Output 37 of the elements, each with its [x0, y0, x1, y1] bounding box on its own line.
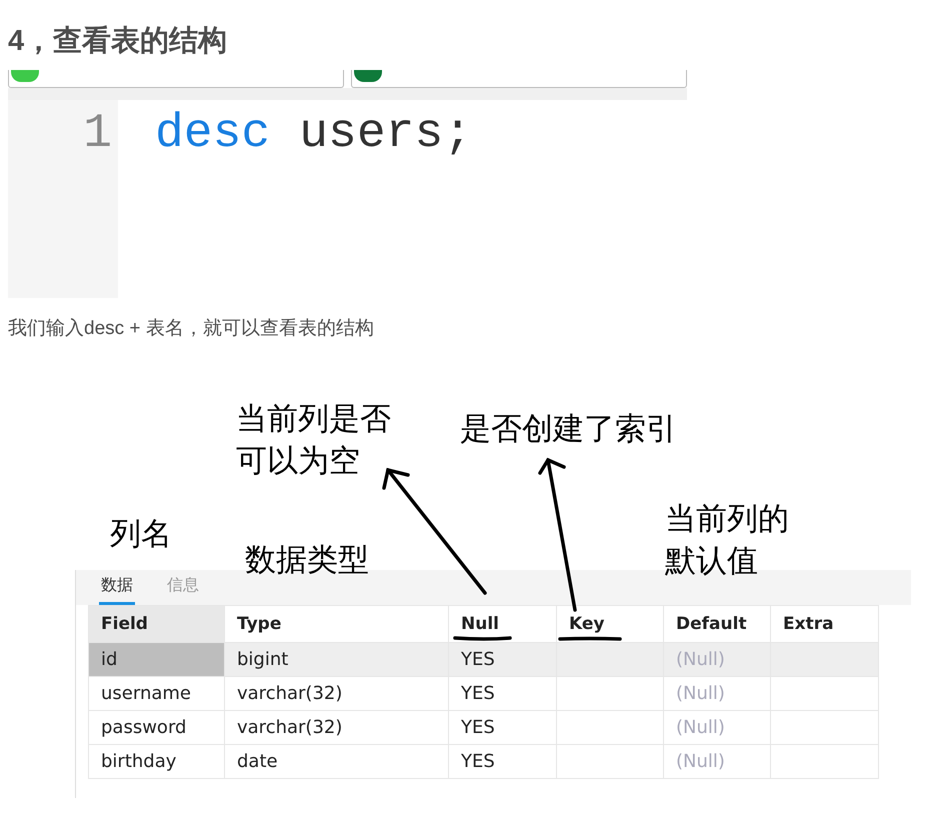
table-cell: bigint [237, 649, 288, 670]
line-number: 1 [83, 110, 112, 162]
annotation-note: 数据类型 [245, 541, 369, 579]
table-cell: (Null) [676, 649, 725, 670]
table-cell: (Null) [676, 751, 725, 772]
annotation-note: 当前列的 [665, 500, 789, 538]
column-header[interactable]: Type [224, 606, 448, 642]
body-text: 我们输入desc + 表名，就可以查看表的结构 [8, 317, 374, 341]
table-cell: YES [461, 717, 495, 738]
table-row[interactable]: username varchar(32) YES (Null) [88, 676, 878, 710]
table-cell: YES [461, 683, 495, 704]
editor-tab[interactable] [351, 70, 687, 88]
table-cell: username [101, 683, 191, 704]
table-row[interactable]: password varchar(32) YES (Null) [88, 710, 878, 744]
table-cell: birthday [101, 751, 176, 772]
code-text: users; [299, 110, 472, 162]
annotation-note: 列名 [110, 515, 172, 553]
annotation-note: 默认值 [665, 542, 758, 580]
table-cell: varchar(32) [237, 683, 342, 704]
table-row[interactable]: birthday date YES (Null) [88, 744, 878, 778]
section-heading: 4，查看表的结构 [8, 24, 228, 59]
underline-mark [453, 636, 512, 641]
annotation-note: 是否创建了索引 [460, 410, 677, 448]
underline-mark [558, 636, 622, 641]
table-cell: (Null) [676, 683, 725, 704]
sql-keyword: desc [155, 110, 270, 162]
table-cell: (Null) [676, 717, 725, 738]
annotation-note: 当前列是否 [236, 400, 391, 438]
table-cell: YES [461, 649, 495, 670]
table-cell: YES [461, 751, 495, 772]
table-cell: id [101, 649, 118, 670]
annotation-note: 可以为空 [236, 442, 360, 480]
table-cell: date [237, 751, 278, 772]
table-cell: password [101, 717, 186, 738]
table-cell: varchar(32) [237, 717, 342, 738]
column-header[interactable]: Field [88, 606, 224, 642]
table-row[interactable]: id bigint YES (Null) [88, 642, 878, 676]
